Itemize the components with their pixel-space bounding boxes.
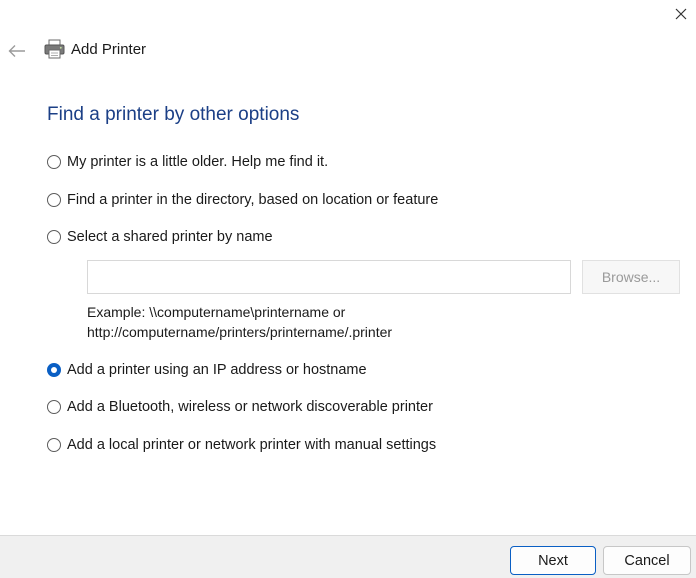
example-text-line1: Example: \\computername\printername or [87, 304, 346, 320]
back-button[interactable] [6, 40, 28, 62]
example-text-line2: http://computername/printers/printername… [87, 324, 393, 340]
option-older-printer[interactable]: My printer is a little older. Help me fi… [47, 154, 328, 170]
option-label: Add a local printer or network printer w… [67, 437, 437, 453]
option-label: My printer is a little older. Help me fi… [67, 154, 329, 170]
option-label: Add a Bluetooth, wireless or network dis… [67, 399, 433, 415]
option-bluetooth-wireless[interactable]: Add a Bluetooth, wireless or network dis… [47, 399, 433, 415]
radio-button[interactable] [47, 193, 61, 207]
close-button[interactable] [666, 0, 696, 28]
option-label: Find a printer in the directory, based o… [67, 192, 439, 208]
cancel-button[interactable]: Cancel [603, 546, 691, 575]
window-title-bar: Add Printer [44, 39, 146, 59]
radio-button[interactable] [47, 400, 61, 414]
option-directory-search[interactable]: Find a printer in the directory, based o… [47, 192, 438, 208]
radio-button[interactable] [47, 230, 61, 244]
page-heading: Find a printer by other options [47, 104, 300, 125]
window-title: Add Printer [71, 40, 147, 58]
option-label: Add a printer using an IP address or hos… [67, 362, 367, 378]
option-local-manual[interactable]: Add a local printer or network printer w… [47, 437, 436, 453]
browse-button[interactable]: Browse... [582, 260, 680, 294]
option-shared-printer[interactable]: Select a shared printer by name [47, 229, 273, 245]
close-icon [675, 8, 687, 20]
radio-button[interactable] [47, 155, 61, 169]
next-button[interactable]: Next [510, 546, 596, 575]
option-label: Select a shared printer by name [67, 229, 273, 245]
printer-icon [44, 39, 65, 59]
back-arrow-icon [8, 45, 25, 57]
option-ip-address[interactable]: Add a printer using an IP address or hos… [47, 362, 367, 378]
radio-button[interactable] [47, 438, 61, 452]
radio-button-selected[interactable] [47, 363, 61, 377]
shared-printer-name-input[interactable] [87, 260, 571, 294]
